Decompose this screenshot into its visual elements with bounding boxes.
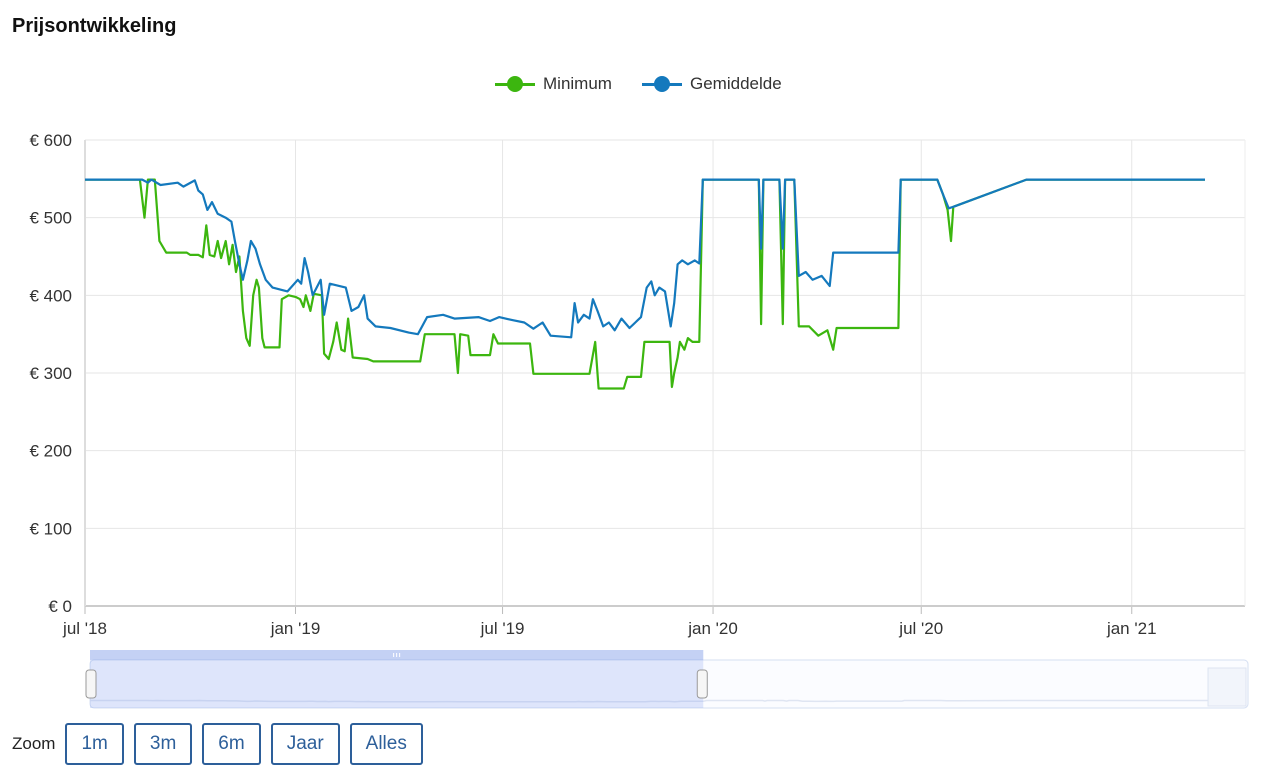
- y-tick-label: € 0: [48, 597, 72, 616]
- y-tick-label: € 300: [29, 364, 72, 383]
- x-tick-label: jan '21: [1106, 619, 1157, 638]
- y-tick-label: € 600: [29, 131, 72, 150]
- zoom-label: Zoom: [12, 734, 56, 753]
- navigator-handle-right[interactable]: [696, 669, 708, 699]
- y-tick-label: € 100: [29, 519, 72, 538]
- navigator[interactable]: [85, 650, 1249, 709]
- y-tick-label: € 400: [29, 286, 72, 305]
- zoom-3m-button[interactable]: 3m: [133, 723, 193, 765]
- x-tick-label: jan '19: [270, 619, 321, 638]
- x-tick-label: jul '18: [62, 619, 107, 638]
- y-tick-label: € 500: [29, 209, 72, 228]
- x-tick-label: jan '20: [687, 619, 738, 638]
- price-chart[interactable]: € 0 € 100 € 200 € 300 € 400 € 500 € 600 jul '18…: [0, 0, 1275, 720]
- zoom-1m-button[interactable]: 1m: [65, 723, 124, 765]
- zoom-bar: Zoom 1m 3m 6m Jaar Alles: [12, 722, 433, 766]
- zoom-alles-button[interactable]: Alles: [349, 723, 423, 765]
- series-line-minimum: [85, 178, 1205, 390]
- navigator-tail-area: [1207, 667, 1247, 707]
- navigator-handle-left[interactable]: [85, 669, 97, 699]
- x-tick-label: jul '19: [480, 619, 525, 638]
- zoom-6m-button[interactable]: 6m: [202, 723, 261, 765]
- zoom-jaar-button[interactable]: Jaar: [270, 723, 340, 765]
- y-tick-label: € 200: [29, 442, 72, 461]
- x-tick-label: jul '20: [898, 619, 943, 638]
